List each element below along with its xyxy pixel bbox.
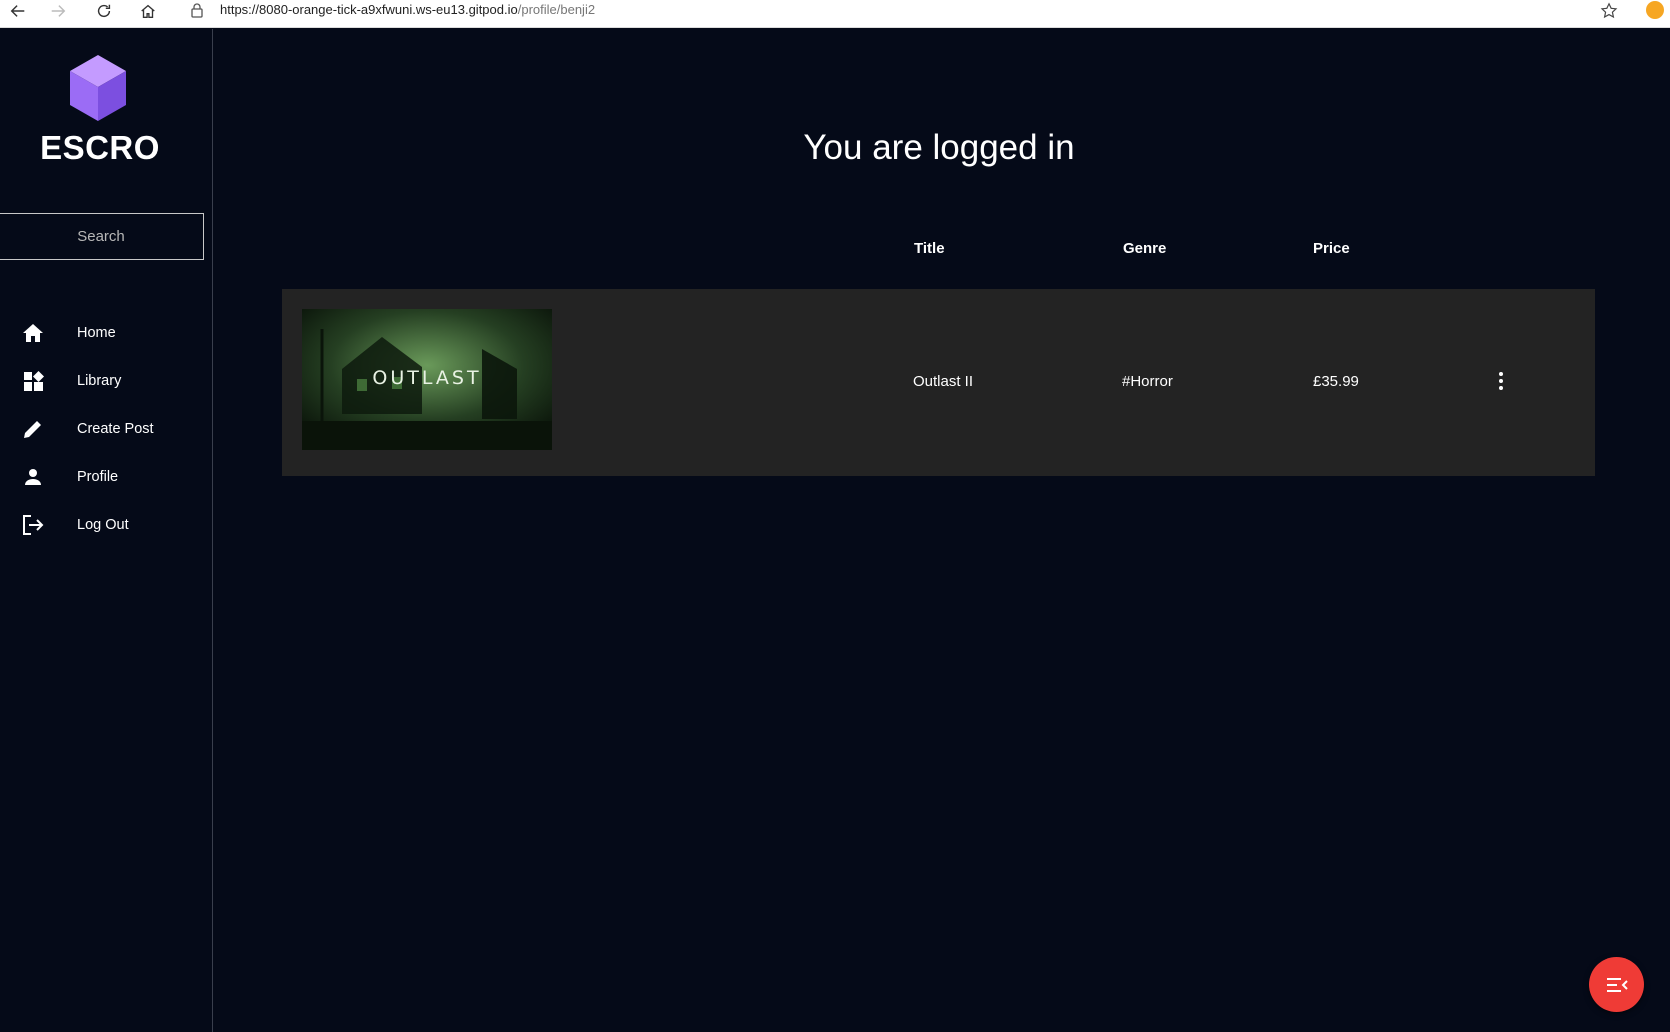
brand-name: ESCRO xyxy=(40,129,160,166)
search-input[interactable] xyxy=(0,213,204,260)
outlast-cover-art: OUTLAST xyxy=(302,309,552,450)
sidebar-item-label: Log Out xyxy=(77,517,129,533)
person-icon xyxy=(21,465,45,489)
row-title: Outlast II xyxy=(913,373,974,390)
game-thumbnail[interactable]: OUTLAST xyxy=(302,309,552,450)
thumbnail-title: OUTLAST xyxy=(372,367,481,389)
lock-icon xyxy=(190,2,204,23)
browser-toolbar: https://8080-orange-tick-a9xfwuni.ws-eu1… xyxy=(0,0,1670,28)
cube-logo-icon xyxy=(68,55,128,123)
home-icon xyxy=(21,321,45,345)
sidebar-item-profile[interactable]: Profile xyxy=(0,453,210,501)
row-price: £35.99 xyxy=(1313,373,1359,390)
address-bar[interactable]: https://8080-orange-tick-a9xfwuni.ws-eu1… xyxy=(220,2,595,17)
pencil-icon xyxy=(21,417,45,441)
sidebar-item-label: Create Post xyxy=(77,421,154,437)
sidebar-item-library[interactable]: Library xyxy=(0,357,210,405)
extension-icon[interactable] xyxy=(1646,1,1664,19)
page-title: You are logged in xyxy=(803,128,1075,167)
url-path: /profile/benji2 xyxy=(517,2,596,17)
sidebar: ESCRO Home Library Create Post Profile xyxy=(0,29,213,1032)
url-host: https://8080-orange-tick-a9xfwuni.ws-eu1… xyxy=(220,2,518,17)
column-header-genre: Genre xyxy=(1123,240,1167,257)
menu-collapse-icon xyxy=(1606,977,1628,992)
back-arrow-icon[interactable] xyxy=(7,0,29,22)
column-header-price: Price xyxy=(1313,240,1350,257)
row-genre: #Horror xyxy=(1122,373,1173,390)
library-icon xyxy=(21,369,45,393)
sidebar-item-create-post[interactable]: Create Post xyxy=(0,405,210,453)
sidebar-item-label: Library xyxy=(77,373,122,389)
sidebar-item-home[interactable]: Home xyxy=(0,309,210,357)
sidebar-item-label: Profile xyxy=(77,469,119,485)
column-header-title: Title xyxy=(914,240,945,257)
table-row[interactable]: OUTLAST Outlast II #Horror £35.99 xyxy=(282,289,1595,476)
logout-icon xyxy=(21,513,45,537)
sidebar-item-label: Home xyxy=(77,325,116,341)
favorite-star-icon[interactable] xyxy=(1600,2,1618,25)
more-options-icon[interactable] xyxy=(1495,371,1507,391)
home-browser-icon[interactable] xyxy=(137,0,159,22)
forward-arrow-icon[interactable] xyxy=(47,0,69,22)
sidebar-menu: Home Library Create Post Profile Log Out xyxy=(0,309,210,549)
chat-fab-button[interactable] xyxy=(1589,957,1644,1012)
reload-icon[interactable] xyxy=(93,0,115,22)
sidebar-item-logout[interactable]: Log Out xyxy=(0,501,210,549)
main-content: You are logged in Title Genre Price OUTL… xyxy=(214,29,1670,1032)
